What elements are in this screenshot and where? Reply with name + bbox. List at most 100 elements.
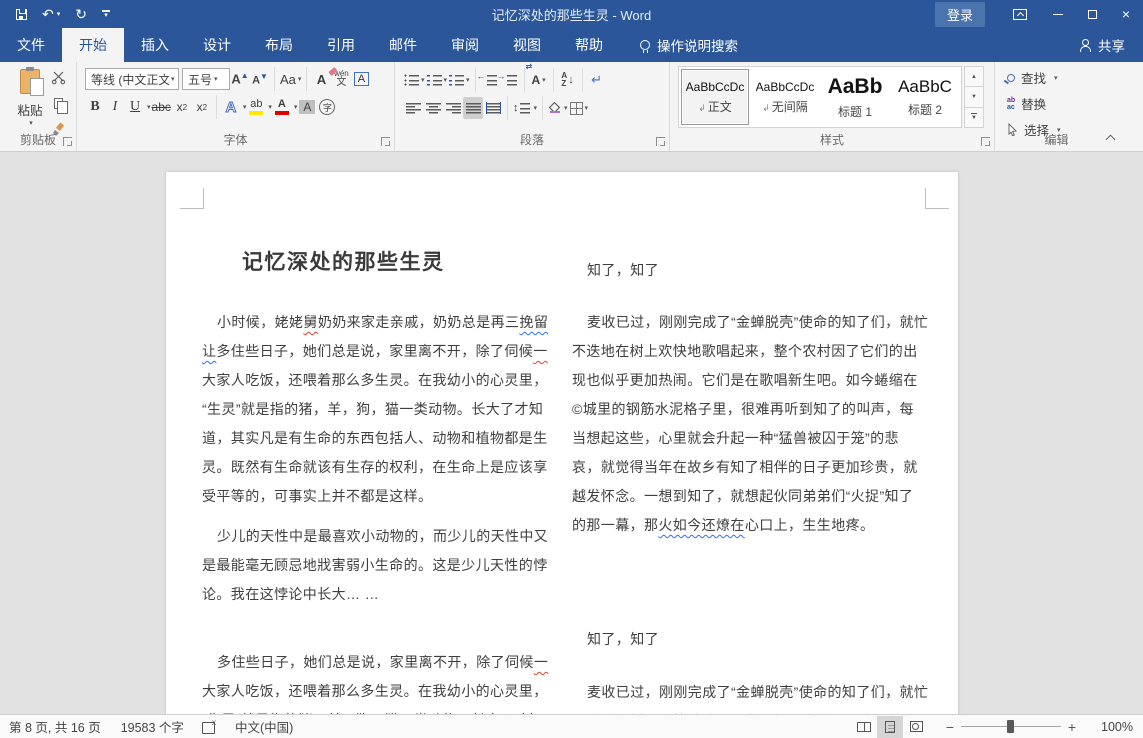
doc-paragraph[interactable]: 麦收已过，刚刚完成了“金蝉脱壳”使命的知了们，就忙不迭地在树上欢快地歌唱起来，整… [572,678,922,714]
tab-insert[interactable]: 插入 [124,28,186,62]
clipboard-dialog-launcher-icon[interactable] [63,137,72,146]
language-indicator[interactable]: 中文(中国) [235,717,293,736]
text-line[interactable]: 少儿的天性中是最喜欢小动物的，而少儿的天性中又 [202,522,552,551]
tab-layout[interactable]: 布局 [248,28,310,62]
proofing-status-icon[interactable] [202,721,215,733]
tab-view[interactable]: 视图 [496,28,558,62]
enclose-characters-icon[interactable]: 字 [317,96,337,118]
font-size-combobox[interactable]: 五号▾ [182,68,230,90]
clear-formatting-icon[interactable]: A [311,68,331,90]
copy-icon[interactable] [48,94,68,112]
align-left-icon[interactable] [403,97,423,119]
align-center-icon[interactable] [423,97,443,119]
undo-icon[interactable]: ↶▾ [42,7,60,21]
cut-icon[interactable] [48,68,68,86]
styles-scroll-down-icon[interactable]: ▼ [964,87,984,107]
text-line[interactable]: 不迭地在树上欢快地歌唱起来，整个农村因了它们的出 [572,337,922,366]
text-line[interactable]: 让多住些日子，她们总是说，家里离不开，除了伺候一 [202,337,552,366]
text-line[interactable]: 现也似乎更加热闹。它们是在歌唱新生吧。如今蜷缩在 [572,366,922,395]
page-indicator[interactable]: 第 8 页, 共 16 页 [9,717,101,736]
customize-qat-icon[interactable]: ▾ [102,10,110,18]
share-button[interactable]: 共享 [1079,28,1143,62]
grammar-error-text[interactable]: 挽留 [519,314,548,330]
maximize-button[interactable] [1075,0,1109,28]
font-dialog-launcher-icon[interactable] [381,137,390,146]
tab-help[interactable]: 帮助 [558,28,620,62]
change-case-icon[interactable]: Aa▾ [279,68,302,90]
styles-scroll-up-icon[interactable]: ▲ [964,66,984,87]
italic-icon[interactable]: I [105,96,125,118]
read-mode-icon[interactable] [851,716,877,738]
web-layout-icon[interactable] [903,716,929,738]
text-line[interactable]: 大家人吃饭，还喂着那么多生灵。在我幼小的心灵里， [202,677,552,706]
doc-paragraph[interactable]: 麦收已过，刚刚完成了“金蝉脱壳”使命的知了们，就忙不迭地在树上欢快地歌唱起来，整… [572,308,922,540]
shading-icon[interactable]: ▾ [547,97,569,119]
spelling-error-text[interactable]: 一 [534,654,548,670]
doc-paragraph[interactable]: 小时候，姥姥舅奶奶来家走亲戚，奶奶总是再三挽留让多住些日子，她们总是说，家里离不… [202,308,552,511]
text-line[interactable]: 越发怀念。一想到知了，就想起伙同弟弟们“火捉”知了 [572,482,922,511]
distribute-icon[interactable] [483,97,503,119]
numbering-icon[interactable]: ▾ [426,69,449,91]
justify-icon[interactable] [463,97,483,119]
tab-home[interactable]: 开始 [62,28,124,62]
text-line[interactable]: 多住些日子，她们总是说，家里离不开，除了伺候一 [202,648,552,677]
text-line[interactable]: 不迭地在树上欢快地歌唱起来，整个农村因了它们的出 [572,707,922,714]
borders-icon[interactable]: ▾ [569,97,590,119]
document-page[interactable]: 记忆深处的那些生灵小时候，姥姥舅奶奶来家走亲戚，奶奶总是再三挽留让多住些日子，她… [166,172,958,714]
spelling-error-text[interactable]: 一 [533,343,547,359]
text-line[interactable]: 道，其实凡是有生命的东西包括人、动物和植物都是生 [202,424,552,453]
bullets-icon[interactable]: ▾ [403,69,426,91]
line-spacing-icon[interactable]: ↕▾ [512,97,538,119]
text-line[interactable]: ©城里的钢筋水泥格子里，很难再听到知了的叫声，每 [572,395,922,424]
shrink-font-icon[interactable]: A▼ [250,68,270,90]
text-line[interactable]: 小时候，姥姥舅奶奶来家走亲戚，奶奶总是再三挽留 [202,308,552,337]
zoom-in-icon[interactable]: + [1065,719,1079,735]
asian-layout-icon[interactable]: A▾ [529,69,549,91]
style-normal[interactable]: AaBbCcDc ↲正文 [681,69,749,125]
strikethrough-icon[interactable]: abc [151,96,172,118]
style-no-spacing[interactable]: AaBbCcDc ↲无间隔 [751,69,819,125]
paragraph-dialog-launcher-icon[interactable] [656,137,665,146]
text-line[interactable]: 灵。既然有生命就该有生存的权利，在生命上是应该享 [202,453,552,482]
redo-icon[interactable]: ↻ [75,7,87,21]
text-line[interactable]: 当想起这些，心里就会升起一种“猛兽被囚于笼”的悲 [572,424,922,453]
underline-icon[interactable]: U [125,96,145,118]
increase-indent-icon[interactable]: → [500,69,520,91]
subscript-icon[interactable]: x2 [172,96,192,118]
sign-in-button[interactable]: 登录 [935,2,985,27]
style-heading2[interactable]: AaBbC 标题 2 [891,69,959,125]
word-count[interactable]: 19583 个字 [121,717,184,736]
text-line[interactable]: 论。我在这悖论中长大… … [202,580,552,609]
sort-icon[interactable]: AZ↓ [558,69,578,91]
tab-design[interactable]: 设计 [186,28,248,62]
save-icon[interactable] [16,9,27,20]
text-line[interactable]: “生灵”就是指的猪，羊，狗，猫一类动物。长大了才知 [202,706,552,714]
superscript-icon[interactable]: x2 [192,96,212,118]
tab-references[interactable]: 引用 [310,28,372,62]
styles-more-icon[interactable]: ▼ [964,108,984,128]
print-layout-icon[interactable] [877,716,903,738]
tab-mailings[interactable]: 邮件 [372,28,434,62]
text-line[interactable]: 的那一幕，那火如今还燎在心口上，生生地疼。 [572,511,922,540]
text-line[interactable]: “生灵”就是指的猪，羊，狗，猫一类动物。长大了才知 [202,395,552,424]
minimize-button[interactable] [1041,0,1075,28]
font-name-combobox[interactable]: 等线 (中文正文▾ [85,68,179,90]
tab-review[interactable]: 审阅 [434,28,496,62]
spelling-error-text[interactable]: 舅 [303,314,317,330]
doc-paragraph[interactable]: 多住些日子，她们总是说，家里离不开，除了伺候一大家人吃饭，还喂着那么多生灵。在我… [202,648,552,714]
text-line[interactable]: 哀，就觉得当年在故乡有知了相伴的日子更加珍贵，就 [572,453,922,482]
doc-title[interactable]: 记忆深处的那些生灵 [202,248,552,278]
ribbon-display-options-icon[interactable] [1013,9,1027,20]
zoom-slider-track[interactable] [961,726,1061,727]
bold-icon[interactable]: B [85,96,105,118]
doc-heading[interactable]: 知了，知了 [572,256,922,285]
text-line[interactable]: 是最能毫无顾忌地戕害弱小生命的。这是少儿天性的悖 [202,551,552,580]
show-marks-icon[interactable]: ↵ [587,69,607,91]
text-line[interactable]: 大家人吃饭，还喂着那么多生灵。在我幼小的心灵里， [202,366,552,395]
zoom-slider-handle[interactable] [1007,720,1014,733]
style-heading1[interactable]: AaBb 标题 1 [821,69,889,125]
grammar-error-text[interactable]: 火如今还燎在 [658,517,744,533]
character-border-icon[interactable]: A [351,68,371,90]
font-color-icon[interactable]: A [272,96,292,118]
multilevel-list-icon[interactable]: ▾ [448,69,471,91]
